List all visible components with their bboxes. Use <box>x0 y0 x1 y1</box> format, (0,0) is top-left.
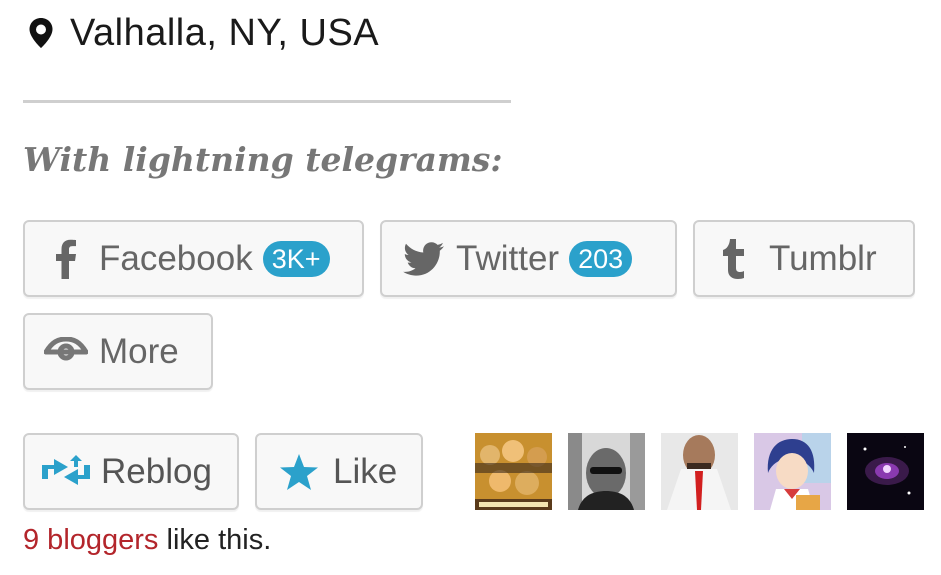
tumblr-share-button[interactable]: Tumblr <box>693 220 915 297</box>
facebook-share-button[interactable]: Facebook 3K+ <box>23 220 364 297</box>
facebook-label: Facebook <box>99 238 253 278</box>
tumblr-label: Tumblr <box>769 238 877 278</box>
reblog-label: Reblog <box>101 451 212 491</box>
map-pin-icon <box>28 16 58 50</box>
divider <box>23 100 511 103</box>
reblog-button[interactable]: Reblog <box>23 433 239 510</box>
avatar[interactable] <box>568 433 645 510</box>
location: Valhalla, NY, USA <box>28 8 379 58</box>
likes-summary: 9 bloggers like this. <box>23 524 271 557</box>
bloggers-link[interactable]: 9 bloggers <box>23 524 158 556</box>
avatar[interactable] <box>661 433 738 510</box>
liker-avatars <box>475 433 940 510</box>
location-text: Valhalla, NY, USA <box>70 11 380 54</box>
more-share-button[interactable]: More <box>23 313 213 390</box>
avatar[interactable] <box>754 433 831 510</box>
more-label: More <box>99 331 179 371</box>
likes-summary-text: like this. <box>158 524 272 556</box>
avatar[interactable] <box>847 433 924 510</box>
avatar[interactable] <box>475 433 552 510</box>
twitter-count-badge: 203 <box>569 240 633 277</box>
facebook-count-badge: 3K+ <box>262 240 330 277</box>
tumblr-icon <box>721 238 747 279</box>
star-icon <box>279 453 319 491</box>
facebook-icon <box>55 239 77 279</box>
more-share-icon <box>43 336 89 367</box>
share-heading: With lightning telegrams: <box>23 140 503 179</box>
like-label: Like <box>333 451 398 491</box>
like-button[interactable]: Like <box>255 433 423 510</box>
reblog-icon <box>39 454 93 489</box>
twitter-label: Twitter <box>456 238 560 278</box>
twitter-icon <box>402 241 446 276</box>
twitter-share-button[interactable]: Twitter 203 <box>380 220 677 297</box>
